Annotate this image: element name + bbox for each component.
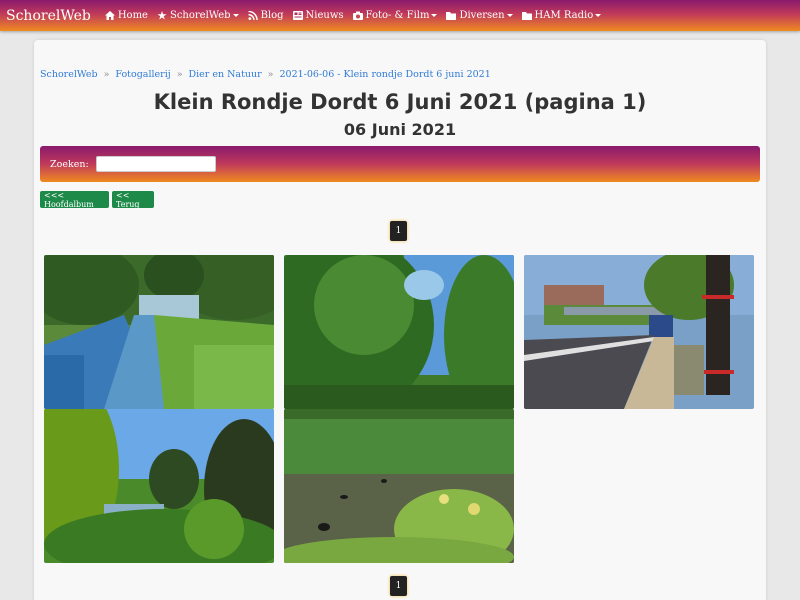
breadcrumb-separator: » xyxy=(267,69,274,80)
nav-schorelweb[interactable]: SchorelWeb xyxy=(157,10,239,21)
star-icon xyxy=(157,11,167,20)
nav-home[interactable]: Home xyxy=(104,10,148,21)
page-subtitle: 06 Juni 2021 xyxy=(343,120,457,139)
nav-blog-label: Blog xyxy=(260,10,284,21)
nav-foto-film-label: Foto- & Film xyxy=(365,10,430,21)
pagination-page-bottom[interactable]: 1 xyxy=(390,576,407,596)
breadcrumb-link-home[interactable]: SchorelWeb xyxy=(40,69,98,80)
home-icon xyxy=(104,11,115,20)
breadcrumb-link-category[interactable]: Dier en Natuur xyxy=(189,69,262,80)
nav-schorelweb-label: SchorelWeb xyxy=(169,10,231,21)
breadcrumb-separator: » xyxy=(103,69,110,80)
canal-image xyxy=(44,255,274,409)
brand-link[interactable]: SchorelWeb xyxy=(6,8,91,24)
main-album-button[interactable]: <<< Hoofdalbum xyxy=(40,191,109,209)
chevron-down-icon xyxy=(506,14,513,17)
nav-foto-film[interactable]: Foto- & Film xyxy=(352,10,438,21)
photo-thumbnail-trees[interactable] xyxy=(284,255,514,409)
pond-image xyxy=(284,409,514,563)
chevron-down-icon xyxy=(595,14,602,17)
search-bar: Zoeken: xyxy=(40,146,760,182)
nav-diversen[interactable]: Diversen xyxy=(446,10,513,21)
page-title: Klein Rondje Dordt 6 Juni 2021 (pagina 1… xyxy=(153,90,647,114)
nav-nieuws[interactable]: Nieuws xyxy=(292,10,344,21)
back-button[interactable]: << Terug xyxy=(112,191,154,209)
photo-thumbnail-pond[interactable] xyxy=(284,409,514,563)
photo-thumbnail-street[interactable] xyxy=(524,255,754,409)
nav-blog[interactable]: Blog xyxy=(247,10,284,21)
top-navbar: SchorelWeb Home SchorelWeb Blog Nieuws F… xyxy=(0,0,800,31)
folder-icon xyxy=(521,12,532,20)
chevron-down-icon xyxy=(431,14,438,17)
folder-icon xyxy=(446,12,457,20)
street-image xyxy=(524,255,754,409)
camera-icon xyxy=(352,11,363,20)
breadcrumb-separator: » xyxy=(176,69,183,80)
breadcrumb-link-album[interactable]: 2021-06-06 - Klein rondje Dordt 6 juni 2… xyxy=(279,69,490,80)
nav-ham-radio-label: HAM Radio xyxy=(534,10,594,21)
nav-diversen-label: Diversen xyxy=(459,10,505,21)
breadcrumb: SchorelWeb » Fotogallerij » Dier en Natu… xyxy=(40,69,491,80)
rss-icon xyxy=(247,11,258,20)
newspaper-icon xyxy=(292,11,303,20)
trees-image xyxy=(284,255,514,409)
pagination-page-top[interactable]: 1 xyxy=(390,221,407,241)
nav-nieuws-label: Nieuws xyxy=(305,10,344,21)
search-label: Zoeken: xyxy=(50,158,89,170)
nav-ham-radio[interactable]: HAM Radio xyxy=(521,10,602,21)
search-input[interactable] xyxy=(95,156,216,172)
chevron-down-icon xyxy=(232,14,239,17)
photo-thumbnail-canal[interactable] xyxy=(44,255,274,409)
content-card: SchorelWeb » Fotogallerij » Dier en Natu… xyxy=(34,40,766,600)
nav-home-label: Home xyxy=(117,10,148,21)
photo-thumbnail-garden[interactable] xyxy=(44,409,274,563)
garden-image xyxy=(44,409,274,563)
breadcrumb-link-gallery[interactable]: Fotogallerij xyxy=(115,69,170,80)
